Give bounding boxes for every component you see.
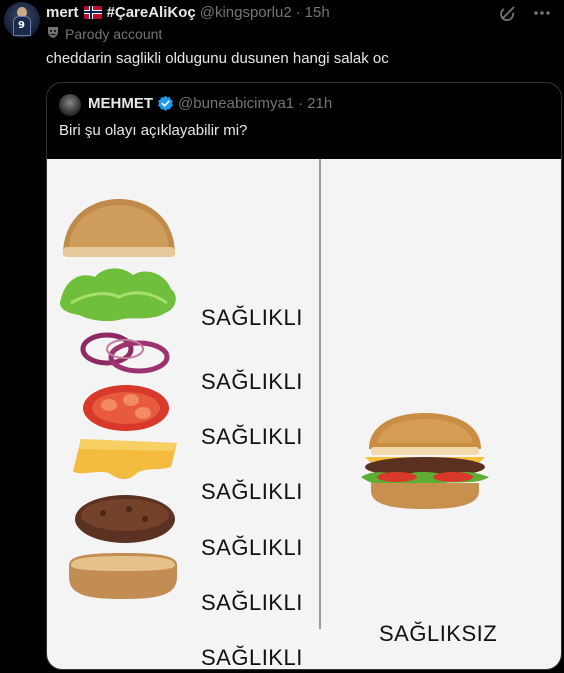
label-top-bun: SAĞLIKLI — [201, 305, 303, 330]
more-icon[interactable] — [532, 3, 552, 23]
bottom-bun — [69, 553, 177, 599]
cheese — [73, 439, 177, 480]
user-handle[interactable]: @kingsporlu2 — [200, 4, 292, 21]
label-onion: SAĞLIKLI — [201, 424, 303, 449]
grok-icon[interactable] — [498, 3, 518, 23]
top-bun — [63, 199, 175, 257]
tweet-actions-top — [498, 3, 552, 23]
tomato — [83, 385, 169, 431]
avatar-number: 9 — [18, 20, 25, 31]
label-burger: SAĞLIKSIZ — [379, 621, 498, 646]
burger — [361, 413, 489, 509]
meme-image[interactable]: SAĞLIKLI SAĞLIKLI SAĞLIKLI SAĞLIKLI SAĞL… — [47, 159, 561, 670]
quote-display-name[interactable]: MEHMET — [88, 95, 153, 112]
quote-separator: · — [298, 95, 304, 112]
label-lettuce: SAĞLIKLI — [201, 369, 303, 394]
tweet[interactable]: 9 mert #ÇareAliKoç @kingsporlu2 · 15h Pa… — [0, 0, 564, 673]
tweet-header: mert #ÇareAliKoç @kingsporlu2 · 15h — [46, 2, 330, 22]
image-divider — [319, 159, 321, 629]
header-separator: · — [295, 3, 301, 21]
display-name-post[interactable]: #ÇareAliKoç — [107, 4, 196, 21]
quote-avatar[interactable] — [59, 94, 81, 116]
label-tomato: SAĞLIKLI — [201, 479, 303, 504]
quote-text: Biri şu olayı açıklayabilir mi? — [59, 122, 248, 139]
quote-timestamp[interactable]: 21h — [307, 95, 332, 112]
quote-header: MEHMET @buneabicimya1 · 21h — [88, 95, 332, 112]
tweet-timestamp[interactable]: 15h — [305, 4, 330, 21]
patty — [75, 495, 175, 543]
display-name-pre[interactable]: mert — [46, 4, 79, 21]
label-cheese: SAĞLIKLI — [201, 535, 303, 560]
avatar[interactable]: 9 — [4, 2, 40, 38]
parody-mask-icon — [46, 25, 60, 42]
onion — [80, 332, 170, 374]
label-bottom-bun: SAĞLIKLI — [201, 645, 303, 670]
parody-row: Parody account — [46, 25, 162, 42]
tweet-text: cheddarin saglikli oldugunu dusunen hang… — [46, 50, 389, 67]
verified-badge-icon — [157, 95, 174, 112]
norway-flag-icon — [83, 5, 102, 19]
lettuce — [59, 268, 176, 322]
label-patty: SAĞLIKLI — [201, 590, 303, 615]
quote-handle[interactable]: @buneabicimya1 — [178, 95, 294, 112]
parody-label: Parody account — [65, 25, 163, 42]
quoted-tweet[interactable]: MEHMET @buneabicimya1 · 21h Biri şu olay… — [46, 82, 562, 670]
